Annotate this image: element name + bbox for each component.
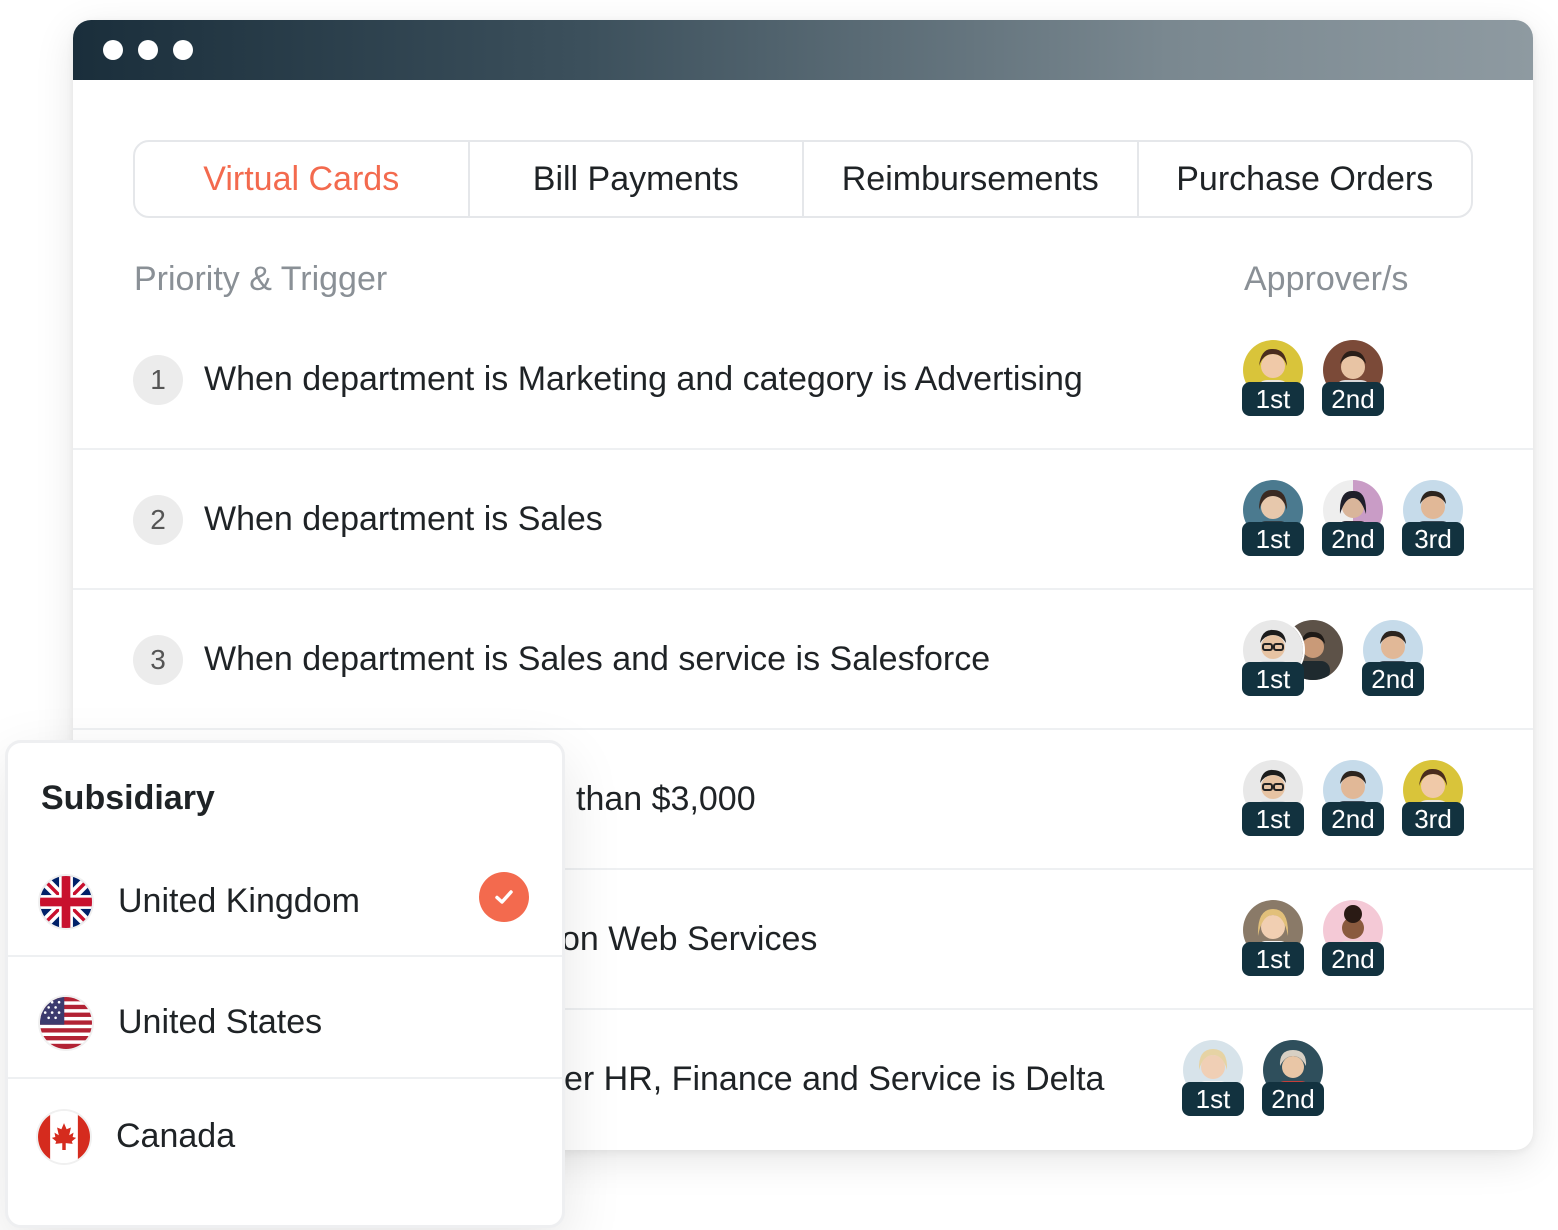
approver-order: 3rd <box>1402 802 1464 836</box>
approver-avatar[interactable]: 1st <box>1242 760 1304 836</box>
approver-avatar[interactable]: 2nd <box>1362 620 1424 696</box>
approver-avatar[interactable]: 2nd <box>1322 480 1384 556</box>
approver-order: 1st <box>1242 662 1304 696</box>
tab-purchase-orders[interactable]: Purchase Orders <box>1139 142 1472 216</box>
approver-avatar[interactable]: 1st <box>1242 900 1304 976</box>
uk-flag-icon <box>40 876 92 928</box>
approver-avatar[interactable]: 2nd <box>1262 1040 1324 1116</box>
check-icon <box>479 872 529 922</box>
subsidiary-option-canada[interactable]: Canada <box>8 1081 562 1193</box>
approver-order: 1st <box>1242 942 1304 976</box>
column-header-approvers: Approver/s <box>1244 260 1409 298</box>
priority-badge: 3 <box>133 635 183 685</box>
subsidiary-option-uk[interactable]: United Kingdom <box>8 845 562 957</box>
approver-order: 2nd <box>1262 1082 1324 1116</box>
rule-trigger: than $3,000 <box>576 780 756 818</box>
us-flag-icon <box>40 997 92 1049</box>
rule-trigger: er HR, Finance and Service is Delta <box>564 1060 1105 1098</box>
approver-avatar[interactable]: 1st <box>1242 340 1304 416</box>
rule-trigger: When department is Marketing and categor… <box>204 360 1083 398</box>
tab-virtual-cards[interactable]: Virtual Cards <box>135 142 470 216</box>
approver-order: 2nd <box>1322 942 1384 976</box>
approver-order: 1st <box>1242 802 1304 836</box>
approver-avatar[interactable]: 1st <box>1242 480 1304 556</box>
tab-reimbursements[interactable]: Reimbursements <box>804 142 1139 216</box>
approver-order: 2nd <box>1362 662 1424 696</box>
approver-avatar[interactable]: 2nd <box>1322 900 1384 976</box>
window-dot-icon <box>173 40 193 60</box>
subsidiary-dropdown: Subsidiary United Kingdom United States … <box>5 740 565 1228</box>
rule-trigger: on Web Services <box>561 920 818 958</box>
approver-avatar[interactable]: 1st <box>1182 1040 1244 1116</box>
priority-badge: 2 <box>133 495 183 545</box>
approver-order: 1st <box>1242 382 1304 416</box>
window-titlebar <box>73 20 1533 80</box>
subsidiary-title: Subsidiary <box>41 779 215 817</box>
approver-order: 2nd <box>1322 802 1384 836</box>
rule-trigger: When department is Sales <box>204 500 603 538</box>
approver-avatar[interactable]: 1st <box>1242 620 1304 696</box>
column-header-trigger: Priority & Trigger <box>134 260 388 298</box>
tab-bill-payments[interactable]: Bill Payments <box>470 142 804 216</box>
canada-flag-icon <box>38 1111 90 1163</box>
priority-badge: 1 <box>133 355 183 405</box>
approver-avatar[interactable]: 2nd <box>1322 760 1384 836</box>
rule-trigger: When department is Sales and service is … <box>204 640 991 678</box>
subsidiary-option-label: United Kingdom <box>118 882 360 920</box>
approver-order: 2nd <box>1322 382 1384 416</box>
approver-avatar[interactable]: 3rd <box>1402 480 1464 556</box>
approver-order: 2nd <box>1322 522 1384 556</box>
tab-bar: Virtual Cards Bill Payments Reimbursemen… <box>133 140 1473 218</box>
subsidiary-option-us[interactable]: United States <box>8 967 562 1079</box>
window-dot-icon <box>138 40 158 60</box>
approver-order: 3rd <box>1402 522 1464 556</box>
approver-order: 1st <box>1242 522 1304 556</box>
window-dot-icon <box>103 40 123 60</box>
subsidiary-option-label: Canada <box>116 1117 236 1155</box>
approver-order: 1st <box>1182 1082 1244 1116</box>
subsidiary-option-label: United States <box>118 1003 323 1041</box>
approver-avatar[interactable]: 3rd <box>1402 760 1464 836</box>
approver-avatar[interactable]: 2nd <box>1322 340 1384 416</box>
